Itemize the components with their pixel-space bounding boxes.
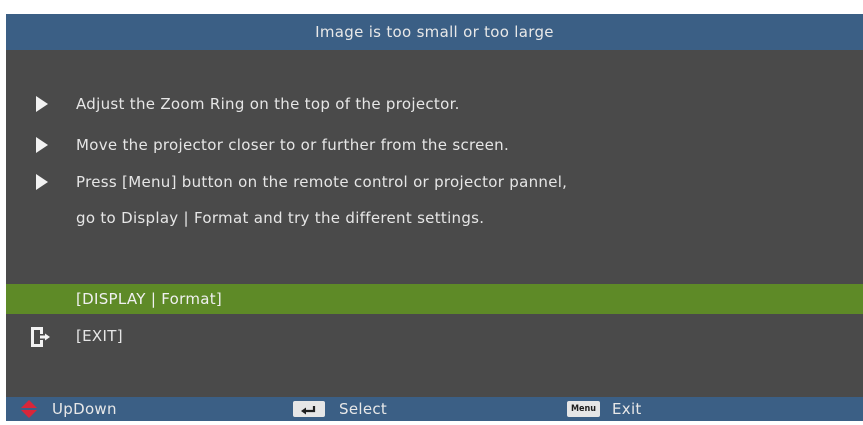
tip-text: go to Display | Format and try the diffe… bbox=[76, 209, 485, 227]
tip-text: Move the projector closer to or further … bbox=[76, 136, 510, 154]
menu-key-icon: Menu bbox=[567, 401, 600, 417]
triangle-right-icon bbox=[36, 96, 48, 112]
hint-label: Select bbox=[339, 400, 388, 418]
menu-item-label: [EXIT] bbox=[76, 327, 123, 345]
hint-label: Exit bbox=[612, 400, 642, 418]
exit-door-icon bbox=[31, 327, 50, 347]
menu-item-label: [DISPLAY | Format] bbox=[76, 290, 223, 308]
menu-item-display-format[interactable]: [DISPLAY | Format] bbox=[6, 284, 863, 314]
up-down-arrows-icon bbox=[21, 400, 37, 418]
projector-osd-dialog: Image is too small or too large Adjust t… bbox=[6, 14, 863, 421]
triangle-right-icon bbox=[36, 137, 48, 153]
triangle-right-icon bbox=[36, 174, 48, 190]
tip-text: Press [Menu] button on the remote contro… bbox=[76, 173, 568, 191]
footer-hint-bar: UpDown Select Menu Exit bbox=[6, 397, 863, 421]
dialog-title: Image is too small or too large bbox=[6, 14, 863, 50]
enter-key-icon bbox=[293, 401, 325, 417]
tip-item: Move the projector closer to or further … bbox=[6, 134, 863, 156]
tip-text: Adjust the Zoom Ring on the top of the p… bbox=[76, 95, 460, 113]
hint-label: UpDown bbox=[52, 400, 117, 418]
tip-item: Adjust the Zoom Ring on the top of the p… bbox=[6, 93, 863, 115]
tip-item: Press [Menu] button on the remote contro… bbox=[6, 171, 863, 193]
tip-continuation: go to Display | Format and try the diffe… bbox=[6, 207, 863, 229]
menu-item-exit[interactable]: [EXIT] bbox=[6, 321, 863, 351]
